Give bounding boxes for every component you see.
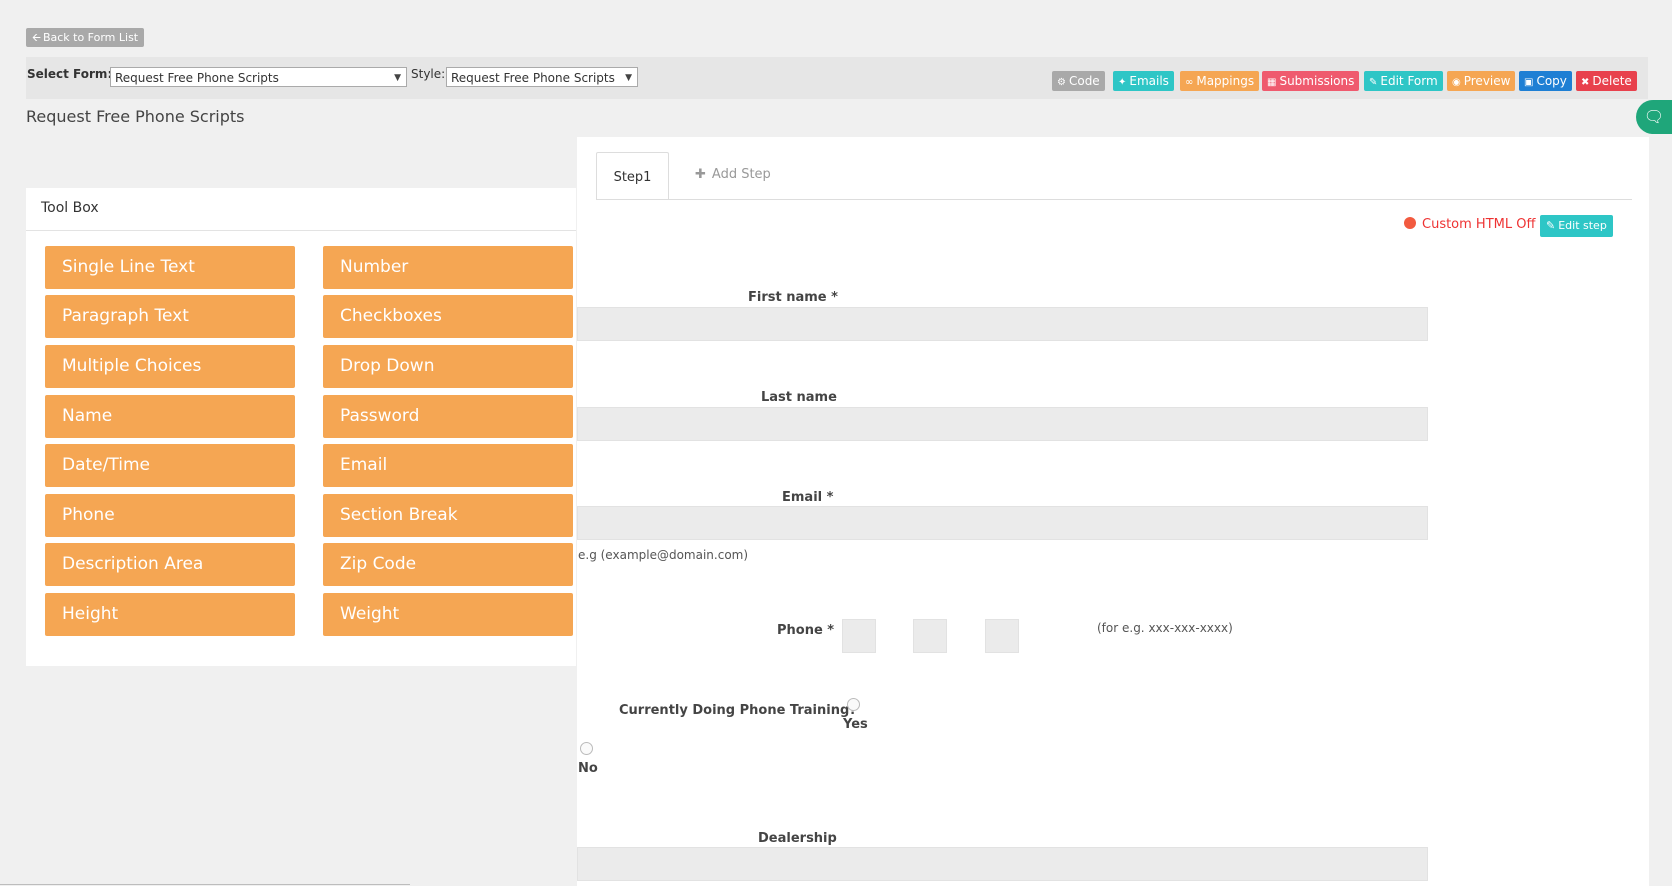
tool-box-panel: Tool Box Single Line Text Number Paragra… (26, 188, 576, 666)
select-form-dropdown[interactable]: Request Free Phone Scripts ▼ (110, 67, 407, 87)
email-hint: e.g (example@domain.com) (578, 548, 749, 562)
back-to-form-list-button[interactable]: 🡨 Back to Form List (26, 28, 145, 47)
training-yes-label: Yes (843, 717, 868, 732)
bottom-divider (0, 884, 410, 885)
copy-button[interactable]: ▣ Copy (1519, 71, 1572, 91)
dealership-label: Dealership (758, 831, 837, 846)
caret-down-icon: ▼ (394, 73, 401, 83)
dealership-input[interactable] (577, 847, 1428, 881)
gears-icon: ⚙ (1057, 77, 1066, 88)
tool-checkboxes[interactable]: Checkboxes (323, 295, 573, 338)
tool-number[interactable]: Number (323, 246, 573, 289)
emails-button[interactable]: ✦ Emails (1113, 71, 1174, 91)
phone-area-input[interactable] (842, 619, 876, 653)
tool-description-area[interactable]: Description Area (45, 543, 295, 586)
caret-down-icon: ▼ (625, 73, 632, 83)
tool-section-break[interactable]: Section Break (323, 494, 573, 537)
delete-button[interactable]: ✖ Delete (1576, 71, 1637, 91)
phone-hint: (for e.g. xxx-xxx-xxxx) (1097, 621, 1233, 635)
tool-paragraph-text[interactable]: Paragraph Text (45, 295, 295, 338)
back-label: Back to Form List (42, 31, 139, 44)
style-value: Request Free Phone Scripts (451, 71, 615, 85)
phone-label: Phone * (777, 623, 835, 638)
chat-button[interactable]: 🗨 (1636, 100, 1672, 134)
last-name-input[interactable] (577, 407, 1428, 441)
select-form-value: Request Free Phone Scripts (115, 71, 279, 85)
first-name-label: First name * (748, 290, 838, 305)
email-label: Email * (782, 490, 834, 505)
twitter-icon: ✦ (1118, 77, 1127, 88)
tool-weight[interactable]: Weight (323, 593, 573, 636)
tool-zip-code[interactable]: Zip Code (323, 543, 573, 586)
style-dropdown[interactable]: Request Free Phone Scripts ▼ (446, 67, 638, 87)
edit-step-button[interactable]: ✎ Edit step (1540, 215, 1613, 237)
tool-box-title: Tool Box (26, 188, 576, 231)
mappings-button[interactable]: ∞ Mappings (1180, 71, 1260, 91)
chat-icon: 🗨 (1643, 107, 1665, 126)
pencil-icon: ✎ (1546, 219, 1556, 232)
arrow-left-icon: 🡨 (32, 31, 41, 44)
tab-divider (596, 199, 1632, 200)
last-name-label: Last name (761, 390, 837, 405)
training-no-radio[interactable] (580, 742, 593, 755)
email-input[interactable] (577, 506, 1428, 540)
page-title: Request Free Phone Scripts (26, 107, 245, 126)
add-step-tab[interactable]: ✚ Add Step (695, 167, 771, 182)
phone-prefix-input[interactable] (913, 619, 947, 653)
edit-form-button[interactable]: ✎ Edit Form (1364, 71, 1443, 91)
first-name-input[interactable] (577, 307, 1428, 341)
tool-multiple-choices[interactable]: Multiple Choices (45, 345, 295, 388)
table-icon: ▦ (1267, 77, 1277, 88)
eye-icon: ◉ (1452, 77, 1461, 88)
tool-single-line-text[interactable]: Single Line Text (45, 246, 295, 289)
phone-training-label: Currently Doing Phone Training? (619, 703, 857, 718)
tool-date-time[interactable]: Date/Time (45, 444, 295, 487)
close-icon: ✖ (1581, 77, 1590, 88)
select-form-label: Select Form: (27, 67, 113, 81)
code-button[interactable]: ⚙ Code (1052, 71, 1105, 91)
tool-email[interactable]: Email (323, 444, 573, 487)
tool-drop-down[interactable]: Drop Down (323, 345, 573, 388)
training-no-label: No (578, 761, 598, 776)
file-icon: ▣ (1524, 77, 1534, 88)
plus-icon: ✚ (695, 167, 706, 182)
training-yes-radio[interactable] (847, 698, 860, 711)
phone-line-input[interactable] (985, 619, 1019, 653)
tool-name[interactable]: Name (45, 395, 295, 438)
status-dot-icon (1404, 217, 1416, 229)
style-label: Style: (411, 67, 446, 81)
tool-phone[interactable]: Phone (45, 494, 295, 537)
submissions-button[interactable]: ▦ Submissions (1262, 71, 1360, 91)
link-icon: ∞ (1185, 77, 1194, 88)
tool-password[interactable]: Password (323, 395, 573, 438)
tool-height[interactable]: Height (45, 593, 295, 636)
pencil-icon: ✎ (1369, 77, 1378, 88)
preview-button[interactable]: ◉ Preview (1447, 71, 1516, 91)
custom-html-toggle[interactable]: Custom HTML Off (1404, 217, 1535, 232)
tab-step1[interactable]: Step1 (596, 152, 669, 200)
